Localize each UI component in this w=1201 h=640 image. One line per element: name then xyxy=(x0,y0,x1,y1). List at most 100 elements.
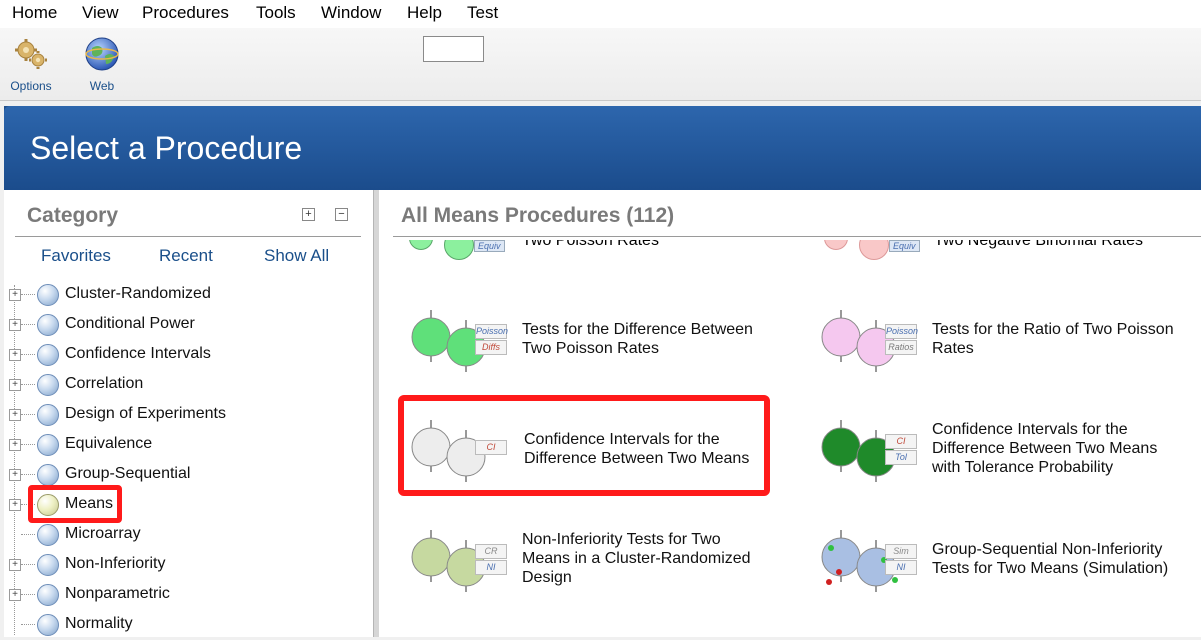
procedure-label-line: Tests for the Difference Between xyxy=(522,321,753,338)
menu-test[interactable]: Test xyxy=(467,3,498,23)
tab-recent[interactable]: Recent xyxy=(159,246,213,266)
category-item-label: Group-Sequential xyxy=(65,465,191,482)
category-ball-icon xyxy=(37,374,59,396)
category-item[interactable]: + Non-Inferiority xyxy=(9,550,349,580)
procedure-label-line: with Tolerance Probability xyxy=(932,459,1114,476)
procedure-label-line: Confidence Intervals for the xyxy=(932,421,1128,438)
expand-icon[interactable]: + xyxy=(9,469,21,481)
procedure-tag: NI xyxy=(885,560,917,575)
category-item-label: Microarray xyxy=(65,525,141,542)
procedure-label-line: Tests for Two Means (Simulation) xyxy=(932,560,1169,577)
expand-all-button[interactable]: + xyxy=(302,208,315,221)
category-item[interactable]: + Confidence Intervals xyxy=(9,340,349,370)
procedure-label-line: Rates xyxy=(932,340,974,357)
category-item[interactable]: + Design of Experiments xyxy=(9,400,349,430)
menu-procedures[interactable]: Procedures xyxy=(142,3,229,23)
procedure-label: Tests for the Ratio of Two Poisson Rates xyxy=(932,320,1174,358)
menu-bar: Home View Procedures Tools Window Help T… xyxy=(0,0,1201,28)
procedure-item[interactable]: Poisson Diffs Tests for the Difference Bet… xyxy=(409,300,779,380)
procedure-label-line: Design xyxy=(522,569,572,586)
category-item-label: Conditional Power xyxy=(65,315,195,332)
category-ball-icon xyxy=(37,404,59,426)
category-item-label: Non-Inferiority xyxy=(65,555,166,572)
tree-connector-line xyxy=(21,414,35,415)
expand-icon[interactable]: + xyxy=(9,409,21,421)
procedure-tag: Diffs xyxy=(475,340,507,355)
tree-connector-line xyxy=(21,474,35,475)
banner: Select a Procedure xyxy=(4,106,1201,190)
category-item-label: Normality xyxy=(65,615,133,632)
procedure-label-line: Non-Inferiority Tests for Two xyxy=(522,531,721,548)
tree-connector-line xyxy=(21,564,35,565)
collapse-all-button[interactable]: − xyxy=(335,208,348,221)
category-ball-icon xyxy=(37,284,59,306)
tree-connector-line xyxy=(21,534,35,535)
procedure-item[interactable]: CI Tol Confidence Intervals for the Differe… xyxy=(819,410,1189,490)
selected-procedure-highlight xyxy=(398,395,770,496)
procedure-item[interactable]: CR NI Non-Inferiority Tests for Two Means i… xyxy=(409,520,779,600)
expand-icon[interactable]: + xyxy=(9,379,21,391)
globe-icon xyxy=(85,37,119,71)
procedure-tag: Sim xyxy=(885,544,917,559)
category-item[interactable]: Normality xyxy=(9,610,349,640)
expand-icon[interactable]: + xyxy=(9,559,21,571)
category-item-label: Cluster-Randomized xyxy=(65,285,211,302)
procedure-tag: CI xyxy=(885,434,917,449)
procedure-item[interactable]: Poisson Ratios Tests for the Ratio of Two … xyxy=(819,300,1189,380)
procedure-label: Tests for the Difference Between Two Pois… xyxy=(522,320,753,358)
expand-icon[interactable]: + xyxy=(9,289,21,301)
procedure-tag: Poisson xyxy=(475,324,508,339)
category-item-label: Equivalence xyxy=(65,435,153,452)
category-ball-icon xyxy=(37,584,59,606)
tree-connector-line xyxy=(21,444,35,445)
expand-icon[interactable]: + xyxy=(9,439,21,451)
procedure-item[interactable]: Sim NI Group-Sequential Non-Inferiority Tes… xyxy=(819,520,1189,600)
category-title: Category xyxy=(27,204,119,227)
category-item-label: Correlation xyxy=(65,375,144,392)
procedure-label: Two Poisson Rates xyxy=(522,240,659,249)
options-button[interactable]: Options xyxy=(1,36,61,93)
tab-favorites[interactable]: Favorites xyxy=(41,246,111,266)
toolbar: Options Web xyxy=(0,28,1201,101)
menu-view[interactable]: View xyxy=(82,3,119,23)
menu-tools[interactable]: Tools xyxy=(256,3,296,23)
menu-help[interactable]: Help xyxy=(407,3,442,23)
tree-connector-line xyxy=(21,324,35,325)
menu-home[interactable]: Home xyxy=(12,3,57,23)
procedure-label-line: Difference Between Two Means xyxy=(932,440,1158,457)
category-ball-icon xyxy=(37,434,59,456)
procedure-partial-two-poisson[interactable]: Equiv Two Poisson Rates xyxy=(409,240,769,266)
expand-icon[interactable]: + xyxy=(9,589,21,601)
options-label: Options xyxy=(10,79,52,93)
category-item[interactable]: + Cluster-Randomized xyxy=(9,280,349,310)
procedure-label-line: Two Poisson Rates xyxy=(522,340,659,357)
category-ball-icon xyxy=(37,554,59,576)
tree-connector-line xyxy=(21,354,35,355)
procedures-divider xyxy=(393,236,1201,237)
category-ball-icon xyxy=(37,524,59,546)
category-item[interactable]: + Nonparametric xyxy=(9,580,349,610)
procedure-tag: Equiv xyxy=(474,240,505,252)
category-item[interactable]: + Equivalence xyxy=(9,430,349,460)
category-ball-icon xyxy=(37,314,59,336)
procedure-tag: CR xyxy=(475,544,507,559)
web-label: Web xyxy=(89,79,115,93)
procedure-label-line: Means in a Cluster-Randomized xyxy=(522,550,751,567)
tree-connector-line xyxy=(21,384,35,385)
procedure-partial-negative-binomial[interactable]: Equiv Two Negative Binomial Rates xyxy=(824,240,1184,266)
category-item[interactable]: + Conditional Power xyxy=(9,310,349,340)
procedure-label-line: Group-Sequential Non-Inferiority xyxy=(932,541,1163,558)
procedure-icon xyxy=(444,240,474,260)
toolbar-input[interactable] xyxy=(423,36,484,62)
category-item[interactable]: Microarray xyxy=(9,520,349,550)
procedure-tag: Tol xyxy=(885,450,917,465)
menu-window[interactable]: Window xyxy=(321,3,381,23)
category-item[interactable]: + Correlation xyxy=(9,370,349,400)
web-button[interactable]: Web xyxy=(72,36,132,93)
expand-icon[interactable]: + xyxy=(9,499,21,511)
expand-icon[interactable]: + xyxy=(9,319,21,331)
tab-show-all[interactable]: Show All xyxy=(264,246,329,266)
expand-icon[interactable]: + xyxy=(9,349,21,361)
procedure-icon xyxy=(859,240,889,260)
tree-connector-line xyxy=(21,594,35,595)
